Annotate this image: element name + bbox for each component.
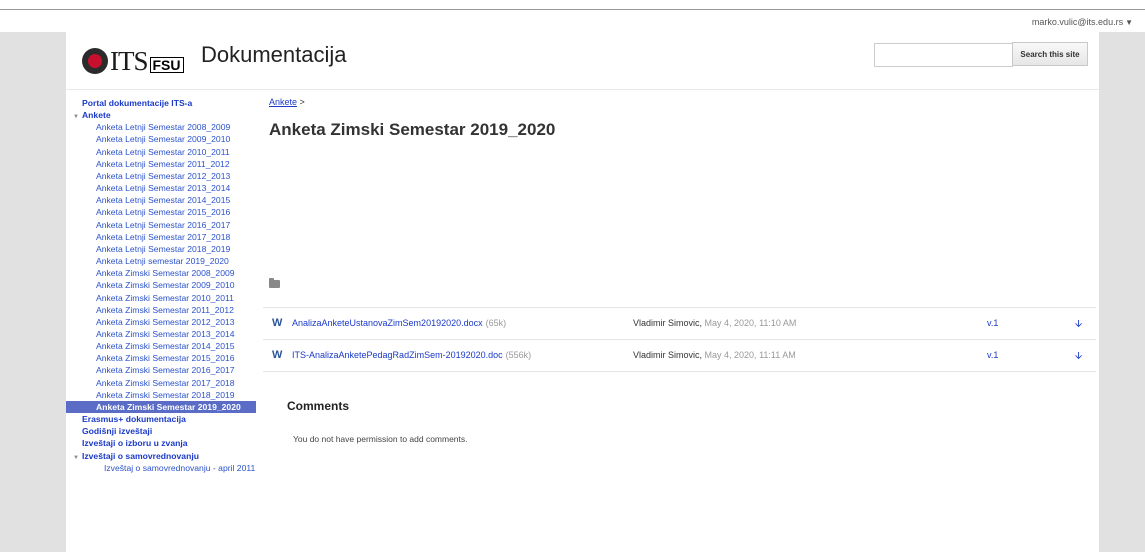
- sidebar-item-anketa[interactable]: Anketa Zimski Semestar 2018_2019: [66, 389, 256, 401]
- university-seal-icon: [82, 48, 108, 74]
- sidebar-item-anketa[interactable]: Anketa Letnji Semestar 2016_2017: [66, 219, 256, 231]
- file-version-link[interactable]: v.1: [987, 318, 998, 328]
- user-menu[interactable]: marko.vulic@its.edu.rs ▼: [1032, 17, 1133, 27]
- right-gutter: [1099, 32, 1145, 552]
- top-divider: [0, 9, 1145, 10]
- sidebar-item-samovrednovanje-report[interactable]: Izveštaj o samovrednovanju - april 2011: [66, 462, 256, 474]
- sidebar-item-anketa[interactable]: Anketa Zimski Semestar 2017_2018: [66, 377, 256, 389]
- sidebar-item-anketa[interactable]: Anketa Zimski Semestar 2015_2016: [66, 352, 256, 364]
- sidebar-item-anketa[interactable]: Anketa Zimski Semestar 2014_2015: [66, 340, 256, 352]
- file-author: Vladimir Simovic, May 4, 2020, 11:11 AM: [633, 350, 796, 360]
- sidebar-item-anketa[interactable]: Anketa Letnji Semestar 2008_2009: [66, 121, 256, 133]
- breadcrumb-separator: >: [299, 97, 305, 107]
- sidebar-item-erasmus[interactable]: Erasmus+ dokumentacija: [66, 413, 256, 425]
- sidebar-item-anketa[interactable]: Anketa Letnji Semestar 2013_2014: [66, 182, 256, 194]
- breadcrumb-link-ankete[interactable]: Ankete: [269, 97, 297, 107]
- file-list: W AnalizaAnketeUstanovaZimSem20192020.do…: [263, 307, 1096, 372]
- download-icon[interactable]: 🡫: [1075, 349, 1082, 366]
- sidebar-item-ankete[interactable]: ▼ Ankete: [66, 109, 256, 121]
- sidebar-item-anketa[interactable]: Anketa Letnji Semestar 2014_2015: [66, 194, 256, 206]
- sidebar-item-anketa[interactable]: Anketa Zimski Semestar 2012_2013: [66, 316, 256, 328]
- word-icon: W: [272, 317, 283, 329]
- sidebar-item-portal[interactable]: Portal dokumentacije ITS-a: [66, 97, 256, 109]
- expanded-triangle-icon[interactable]: ▼: [73, 455, 79, 461]
- file-link[interactable]: AnalizaAnketeUstanovaZimSem20192020.docx…: [292, 318, 506, 328]
- file-size: (65k): [485, 318, 507, 328]
- sidebar-item-anketa[interactable]: Anketa Letnji Semestar 2009_2010: [66, 133, 256, 145]
- logo-fsu-text: FSU: [149, 57, 184, 73]
- sidebar-item-izbor-zvanja[interactable]: Izveštaji o izboru u zvanja: [66, 437, 256, 449]
- comments-permission-message: You do not have permission to add commen…: [293, 434, 468, 444]
- file-version-link[interactable]: v.1: [987, 350, 998, 360]
- file-row: W ITS-AnalizaAnketePedagRadZimSem-201920…: [263, 339, 1096, 372]
- file-date: May 4, 2020, 11:10 AM: [704, 318, 797, 328]
- breadcrumb: Ankete >: [269, 97, 1099, 107]
- sidebar-item-anketa[interactable]: Anketa Letnji Semestar 2015_2016: [66, 206, 256, 218]
- comments-heading: Comments: [287, 399, 350, 413]
- logo-its-text: ITS: [110, 45, 148, 76]
- word-icon: W: [272, 349, 283, 361]
- site-logo[interactable]: ITS FSU: [82, 46, 184, 76]
- sidebar-item-anketa[interactable]: Anketa Letnji semestar 2019_2020: [66, 255, 256, 267]
- user-email: marko.vulic@its.edu.rs: [1031, 17, 1124, 27]
- sidebar-item-anketa[interactable]: Anketa Letnji Semestar 2017_2018: [66, 231, 256, 243]
- file-date: May 4, 2020, 11:11 AM: [704, 350, 796, 360]
- sidebar-item-anketa[interactable]: Anketa Zimski Semestar 2011_2012: [66, 304, 256, 316]
- download-icon[interactable]: 🡫: [1075, 317, 1082, 334]
- file-row: W AnalizaAnketeUstanovaZimSem20192020.do…: [263, 307, 1096, 339]
- chevron-down-icon: ▼: [1125, 18, 1133, 27]
- site-header: ITS FSU Dokumentacija Search this site: [66, 32, 1099, 88]
- site-title[interactable]: Dokumentacija: [201, 42, 347, 68]
- file-link[interactable]: ITS-AnalizaAnketePedagRadZimSem-20192020…: [292, 350, 531, 360]
- expanded-triangle-icon[interactable]: ▼: [73, 114, 79, 120]
- search-input[interactable]: [874, 43, 1013, 67]
- search-button[interactable]: Search this site: [1012, 42, 1088, 66]
- sidebar-item-anketa[interactable]: Anketa Letnji Semestar 2018_2019: [66, 243, 256, 255]
- sidebar-item-godisnji[interactable]: Godišnji izveštaji: [66, 425, 256, 437]
- sidebar-nav: Portal dokumentacije ITS-a ▼ Ankete Anket…: [66, 97, 256, 474]
- file-author: Vladimir Simovic, May 4, 2020, 11:10 AM: [633, 318, 797, 328]
- sidebar-item-selected[interactable]: Anketa Zimski Semestar 2019_2020: [66, 400, 256, 414]
- folder-icon: [269, 278, 280, 288]
- sidebar-item-anketa[interactable]: Anketa Letnji Semestar 2010_2011: [66, 146, 256, 158]
- sidebar-item-anketa[interactable]: Anketa Zimski Semestar 2009_2010: [66, 279, 256, 291]
- page-title: Anketa Zimski Semestar 2019_2020: [269, 120, 556, 139]
- sidebar-item-anketa[interactable]: Anketa Zimski Semestar 2010_2011: [66, 292, 256, 304]
- sidebar-item-samovrednovanje[interactable]: ▼ Izveštaji o samovrednovanju: [66, 450, 256, 462]
- main-content: Ankete > Anketa Zimski Semestar 2019_202…: [263, 97, 1099, 444]
- file-size: (556k): [505, 350, 532, 360]
- header-divider: [66, 89, 1099, 90]
- sidebar-item-anketa[interactable]: Anketa Zimski Semestar 2016_2017: [66, 364, 256, 376]
- sidebar-item-anketa[interactable]: Anketa Letnji Semestar 2012_2013: [66, 170, 256, 182]
- sidebar-item-anketa[interactable]: Anketa Zimski Semestar 2013_2014: [66, 328, 256, 340]
- sidebar-item-anketa[interactable]: Anketa Letnji Semestar 2011_2012: [66, 158, 256, 170]
- page-container: ITS FSU Dokumentacija Search this site P…: [66, 32, 1099, 552]
- left-gutter: [0, 32, 66, 552]
- sidebar-item-anketa[interactable]: Anketa Zimski Semestar 2008_2009: [66, 267, 256, 279]
